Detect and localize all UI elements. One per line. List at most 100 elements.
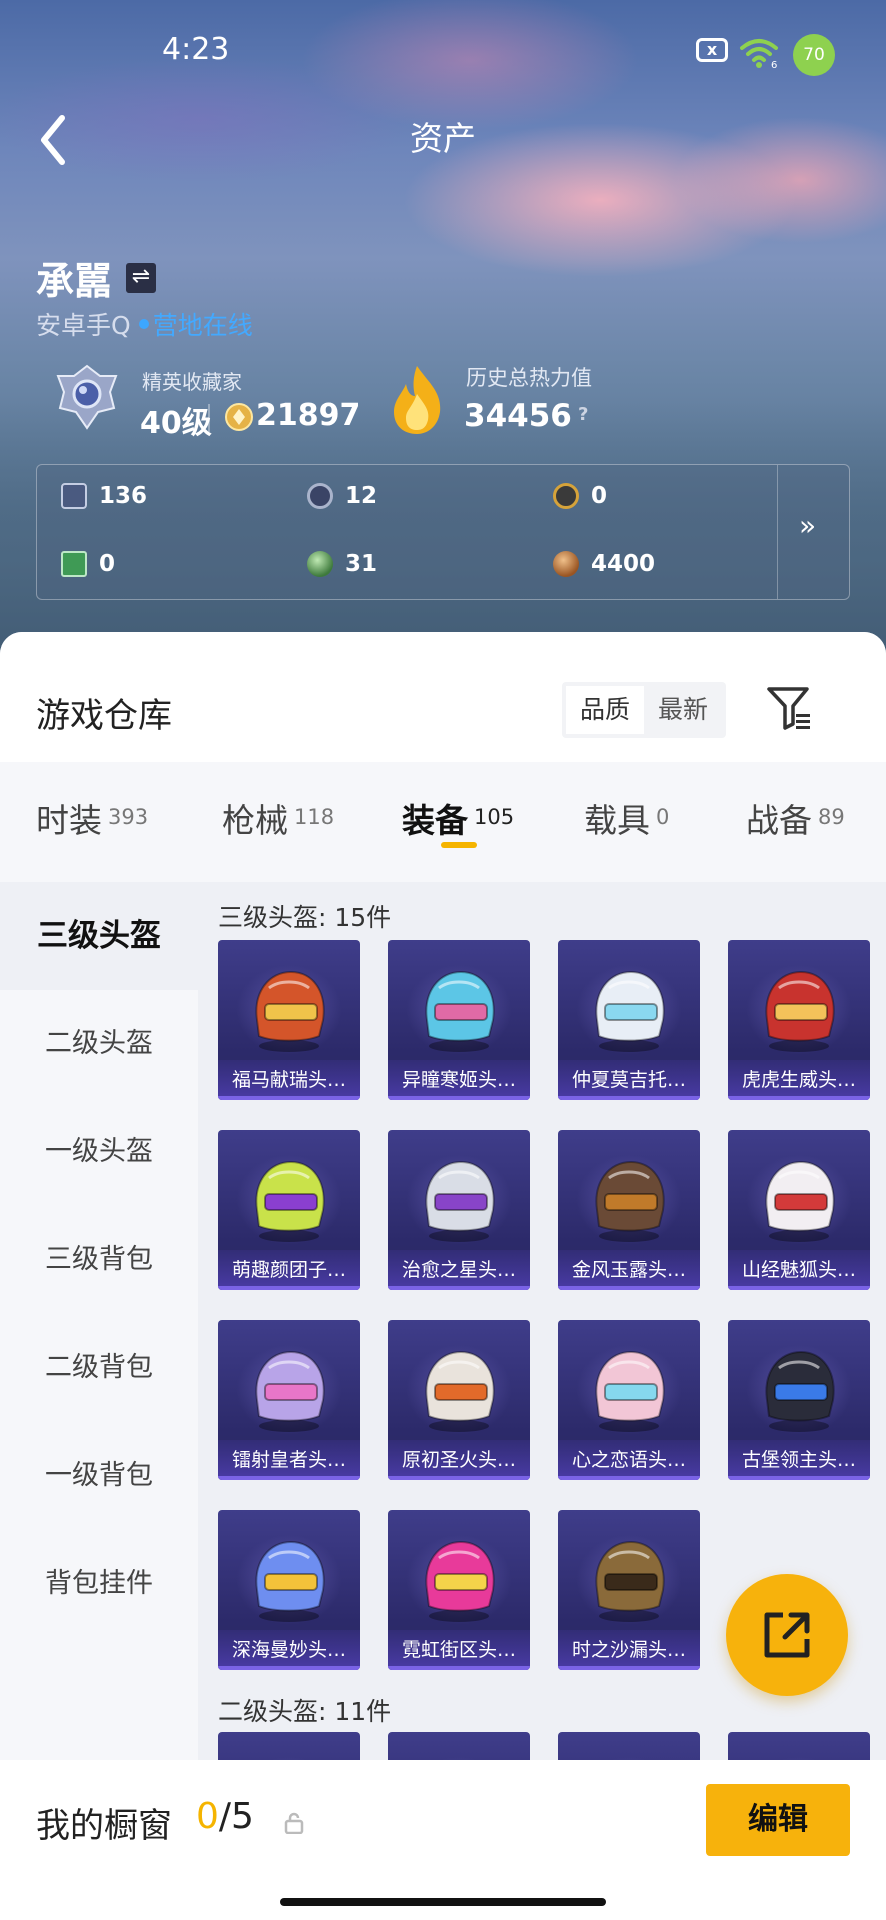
export-icon [764,1612,810,1658]
rarity-bar [388,1096,530,1100]
share-button[interactable] [726,1574,848,1696]
stat-value: 0 [591,483,608,509]
stat-value: 31 [345,551,378,577]
tab-equipment[interactable]: 装备 105 [402,794,514,842]
item-card[interactable]: 异瞳寒姬头… [388,940,530,1100]
item-card[interactable]: 仲夏莫吉托… [558,940,700,1100]
tab-vehicles[interactable]: 载具 0 [584,794,669,842]
item-name: 福马献瑞头… [218,1060,360,1100]
item-card[interactable]: 原初圣火头… [388,1320,530,1480]
rarity-bar [728,1286,870,1290]
item-card[interactable]: 镭射皇者头… [218,1320,360,1480]
rarity-bar [388,1286,530,1290]
close-box-icon: x [696,38,728,62]
helmet-icon [255,970,325,1052]
player-level: 40级 [140,406,212,441]
warehouse-header: 游戏仓库 品质 最新 [0,632,886,762]
help-icon[interactable]: ? [578,404,588,425]
coin-balance: 21897 [256,398,361,433]
item-card[interactable]: 古堡领主头… [728,1320,870,1480]
side-item-level3-backpack[interactable]: 三级背包 [0,1206,198,1314]
active-tab-indicator [441,842,477,848]
battery-indicator: 70 [793,34,835,76]
edit-button[interactable]: 编辑 [706,1784,850,1856]
tab-label: 装备 [402,801,468,840]
tab-gear[interactable]: 战备 89 [746,794,845,842]
status-time: 4:23 [162,32,230,67]
lock-icon [284,1812,304,1834]
item-card[interactable]: 福马献瑞头… [218,940,360,1100]
stat-item: 12 [307,483,377,509]
side-item-level2-backpack[interactable]: 二级背包 [0,1314,198,1422]
item-name: 霓虹街区头… [388,1630,530,1670]
item-card[interactable]: 萌趣颜团子… [218,1130,360,1290]
filter-icon[interactable] [766,684,812,732]
online-status: 营地在线 [152,311,253,340]
stat-divider [208,404,210,432]
card-icon [61,483,87,509]
rarity-bar [728,1476,870,1480]
warehouse-title: 游戏仓库 [36,696,172,736]
rarity-bar [558,1476,700,1480]
stat-item: 0 [553,483,607,509]
side-item-level2-helmet[interactable]: 二级头盔 [0,990,198,1098]
more-arrow-icon[interactable]: » [799,509,816,542]
item-name: 心之恋语头… [558,1440,700,1480]
item-card[interactable]: 虎虎生威头… [728,940,870,1100]
gold-coin-icon [225,403,253,431]
tab-label: 时装 [36,801,102,840]
item-name: 镭射皇者头… [218,1440,360,1480]
rarity-bar [558,1286,700,1290]
helmet-icon [425,1160,495,1242]
heat-title: 历史总热力值 [466,366,592,390]
helmet-icon [595,1350,665,1432]
sort-by-quality[interactable]: 品质 [566,686,644,734]
currency-stats-panel[interactable]: 136 12 0 0 31 4400 » [36,464,850,600]
stats-divider [777,465,778,599]
stat-item: 4400 [553,551,655,577]
rarity-bar [728,1096,870,1100]
side-item-level1-helmet[interactable]: 一级头盔 [0,1098,198,1206]
player-name: 承嚚 [36,259,113,303]
stat-value: 4400 [591,551,656,577]
side-item-level3-helmet[interactable]: 三级头盔 [0,882,198,990]
rarity-bar [388,1476,530,1480]
helmet-icon [765,1160,835,1242]
rarity-bar [388,1666,530,1670]
item-name: 金风玉露头… [558,1250,700,1290]
item-name: 山经魅狐头… [728,1250,870,1290]
item-card[interactable]: 山经魅狐头… [728,1130,870,1290]
tab-count: 393 [108,805,149,829]
tab-label: 枪械 [222,801,288,840]
helmet-icon [255,1160,325,1242]
tab-weapons[interactable]: 枪械 118 [222,794,334,842]
helmet-icon [765,1350,835,1432]
warehouse-panel: 游戏仓库 品质 最新 时装 393 枪械 118 装备 105 载具 0 战备 89 三级… [0,632,886,1920]
rarity-bar [558,1666,700,1670]
sort-by-newest[interactable]: 最新 [644,686,722,734]
helmet-icon [595,970,665,1052]
flame-icon [394,366,441,434]
page-title: 资产 [410,119,476,158]
helmet-icon [425,1540,495,1622]
rarity-bar [218,1666,360,1670]
stat-value: 136 [99,483,148,509]
item-card[interactable]: 心之恋语头… [558,1320,700,1480]
item-name: 仲夏莫吉托… [558,1060,700,1100]
item-card[interactable]: 霓虹街区头… [388,1510,530,1670]
profile-name-row: 承嚚 ⇌ [36,250,157,305]
status-bar: 4:23 x 6 70 [0,30,886,76]
helmet-icon [255,1350,325,1432]
item-card[interactable]: 深海曼妙头… [218,1510,360,1670]
tab-fashion[interactable]: 时装 393 [36,794,148,842]
item-card[interactable]: 时之沙漏头… [558,1510,700,1670]
switch-account-icon[interactable]: ⇌ [126,262,157,293]
item-card[interactable]: 金风玉露头… [558,1130,700,1290]
item-card[interactable]: 治愈之星头… [388,1130,530,1290]
helmet-icon [425,1350,495,1432]
stat-value: 12 [345,483,378,509]
item-name: 异瞳寒姬头… [388,1060,530,1100]
side-item-level1-backpack[interactable]: 一级背包 [0,1422,198,1530]
section-title: 三级头盔: 15件 [218,903,392,932]
side-item-backpack-charm[interactable]: 背包挂件 [0,1530,198,1638]
